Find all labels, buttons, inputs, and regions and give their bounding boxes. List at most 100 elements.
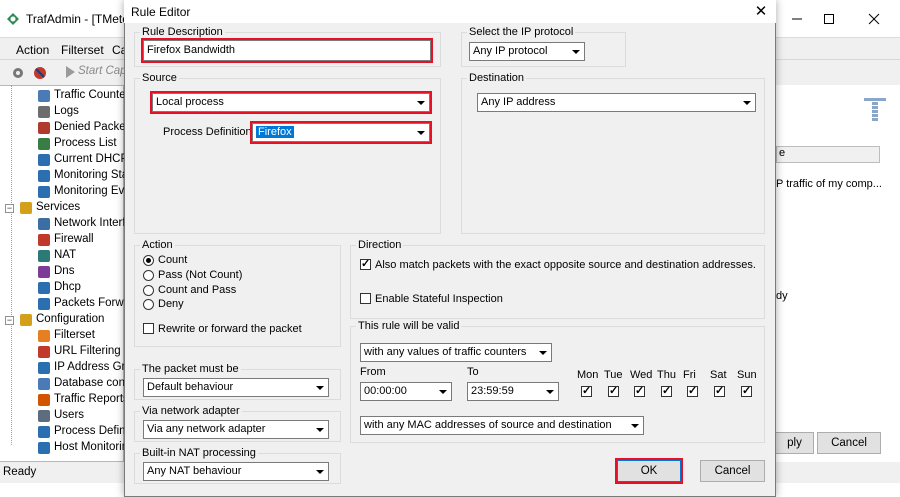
close-window-icon[interactable] bbox=[867, 12, 881, 26]
tree-item[interactable]: Host Monitorin bbox=[0, 440, 128, 456]
list-row-description[interactable]: P traffic of my comp... bbox=[776, 178, 882, 190]
monitor-icon bbox=[38, 170, 50, 182]
users-icon bbox=[38, 410, 50, 422]
action-radio-pass[interactable] bbox=[143, 270, 154, 281]
stop-capture-icon[interactable] bbox=[32, 65, 48, 81]
weekday-checkbox[interactable] bbox=[741, 384, 752, 397]
mac-address-select[interactable]: with any MAC addresses of source and des… bbox=[360, 416, 644, 435]
tree-collapse-icon[interactable]: − bbox=[5, 204, 14, 213]
action-label-pass[interactable]: Pass (Not Count) bbox=[158, 269, 242, 281]
start-capture-label[interactable]: Start Capt bbox=[78, 65, 130, 77]
list-row-status[interactable]: dy bbox=[776, 290, 788, 302]
direction-group: Direction bbox=[350, 239, 765, 319]
tree-item[interactable]: IP Address Gro bbox=[0, 360, 132, 376]
report-icon bbox=[38, 394, 50, 406]
packet-must-be-select[interactable]: Default behaviour bbox=[143, 378, 329, 397]
tree-item[interactable]: Packets Forwar bbox=[0, 296, 134, 312]
to-time-select[interactable]: 23:59:59 bbox=[467, 382, 559, 401]
action-label-count[interactable]: Count bbox=[158, 254, 187, 266]
tree-item[interactable]: URL Filtering bbox=[0, 344, 124, 360]
tree-item[interactable]: − Configuration bbox=[0, 312, 124, 328]
weekday-label: Thu bbox=[657, 369, 676, 381]
play-icon[interactable] bbox=[64, 65, 76, 79]
to-label: To bbox=[467, 366, 479, 378]
also-match-label[interactable]: Also match packets with the exact opposi… bbox=[375, 259, 756, 271]
tree-item-label: Filterset bbox=[54, 329, 95, 341]
apply-button[interactable]: ply bbox=[776, 432, 814, 454]
from-label: From bbox=[360, 366, 386, 378]
list-column-header[interactable]: e bbox=[776, 146, 880, 163]
dialog-close-icon[interactable]: ✕ bbox=[752, 3, 770, 21]
nat-processing-value: Any NAT behaviour bbox=[147, 465, 242, 477]
ip-protocol-legend: Select the IP protocol bbox=[469, 26, 574, 38]
chevron-down-icon bbox=[627, 418, 642, 433]
cancel-button[interactable]: Cancel bbox=[700, 460, 765, 482]
trafadmin-app-icon bbox=[7, 13, 19, 25]
weekday-checkbox[interactable] bbox=[608, 384, 619, 397]
tree-item[interactable]: Process Definit bbox=[0, 424, 131, 440]
rewrite-checkbox[interactable] bbox=[143, 323, 154, 334]
tree-item[interactable]: Dhcp bbox=[0, 280, 124, 296]
weekday-checkbox[interactable] bbox=[634, 384, 645, 397]
tree-item[interactable]: Users bbox=[0, 408, 124, 424]
tree-item[interactable]: Dns bbox=[0, 264, 124, 280]
rule-description-input[interactable]: Firefox Bandwidth bbox=[141, 38, 433, 63]
action-radio-deny[interactable] bbox=[143, 299, 154, 310]
tree-item[interactable]: NAT bbox=[0, 248, 124, 264]
source-select[interactable]: Local process bbox=[150, 91, 432, 114]
stateful-label[interactable]: Enable Stateful Inspection bbox=[375, 293, 503, 305]
tree-item[interactable]: Denied Packets bbox=[0, 120, 135, 136]
weekday-checkbox[interactable] bbox=[661, 384, 672, 397]
action-radio-count[interactable] bbox=[143, 255, 154, 266]
menu-action[interactable]: Action bbox=[16, 43, 49, 57]
destination-legend: Destination bbox=[469, 72, 525, 84]
action-label-count-and-pass[interactable]: Count and Pass bbox=[158, 284, 236, 296]
weekday-label: Fri bbox=[683, 369, 696, 381]
weekday-checkbox[interactable] bbox=[714, 384, 725, 397]
rewrite-label[interactable]: Rewrite or forward the packet bbox=[158, 323, 302, 335]
tree-item[interactable]: Monitoring Sta bbox=[0, 168, 128, 184]
tree-item[interactable]: Database conn bbox=[0, 376, 131, 392]
action-radio-count-and-pass[interactable] bbox=[143, 285, 154, 296]
from-time-value: 00:00:00 bbox=[364, 385, 407, 397]
ip-protocol-select[interactable]: Any IP protocol bbox=[469, 42, 585, 61]
background-cancel-button[interactable]: Cancel bbox=[817, 432, 881, 454]
weekday-checkbox[interactable] bbox=[687, 384, 698, 397]
tree-item[interactable]: Logs bbox=[0, 104, 124, 120]
tree-collapse-icon[interactable]: − bbox=[5, 316, 14, 325]
also-match-checkbox[interactable] bbox=[360, 257, 371, 270]
process-definition-select[interactable]: Firefox bbox=[250, 121, 432, 144]
destination-select[interactable]: Any IP address bbox=[477, 93, 756, 112]
maximize-icon[interactable] bbox=[822, 12, 836, 26]
nat-processing-select[interactable]: Any NAT behaviour bbox=[143, 462, 329, 481]
tree-item[interactable]: Process List bbox=[0, 136, 124, 152]
from-time-select[interactable]: 00:00:00 bbox=[360, 382, 452, 401]
tree-item[interactable]: Filterset bbox=[0, 328, 124, 344]
stateful-checkbox[interactable] bbox=[360, 293, 371, 304]
action-label-deny[interactable]: Deny bbox=[158, 298, 184, 310]
tree-item-label: Network Interfa bbox=[54, 217, 132, 229]
rule-description-legend: Rule Description bbox=[142, 26, 223, 38]
traffic-counters-value: with any values of traffic counters bbox=[364, 346, 527, 358]
weekday-checkbox[interactable] bbox=[581, 384, 592, 397]
database-icon bbox=[38, 378, 50, 390]
settings-gear-icon[interactable] bbox=[10, 65, 26, 81]
tree-item[interactable]: Traffic Counter bbox=[0, 88, 129, 104]
via-adapter-select[interactable]: Via any network adapter bbox=[143, 420, 329, 439]
services-icon bbox=[20, 202, 32, 214]
tree-item[interactable]: Network Interfa bbox=[0, 216, 132, 232]
tree-item-label: IP Address Gro bbox=[54, 361, 132, 373]
denied-icon bbox=[38, 122, 50, 134]
tree-item[interactable]: − Services bbox=[0, 200, 124, 216]
tree-item[interactable]: Monitoring Eve bbox=[0, 184, 131, 200]
tree-item[interactable]: Traffic Reports bbox=[0, 392, 129, 408]
nat-processing-legend: Built-in NAT processing bbox=[142, 447, 256, 459]
tree-item[interactable]: Firewall bbox=[0, 232, 124, 248]
menu-filterset[interactable]: Filterset bbox=[61, 43, 104, 57]
minimize-icon[interactable] bbox=[790, 12, 804, 26]
ok-button[interactable]: OK bbox=[615, 458, 683, 484]
traffic-counters-select[interactable]: with any values of traffic counters bbox=[360, 343, 552, 362]
chevron-down-icon bbox=[542, 384, 557, 399]
filterset-list-pane bbox=[776, 85, 900, 462]
tree-item[interactable]: Current DHCP bbox=[0, 152, 128, 168]
